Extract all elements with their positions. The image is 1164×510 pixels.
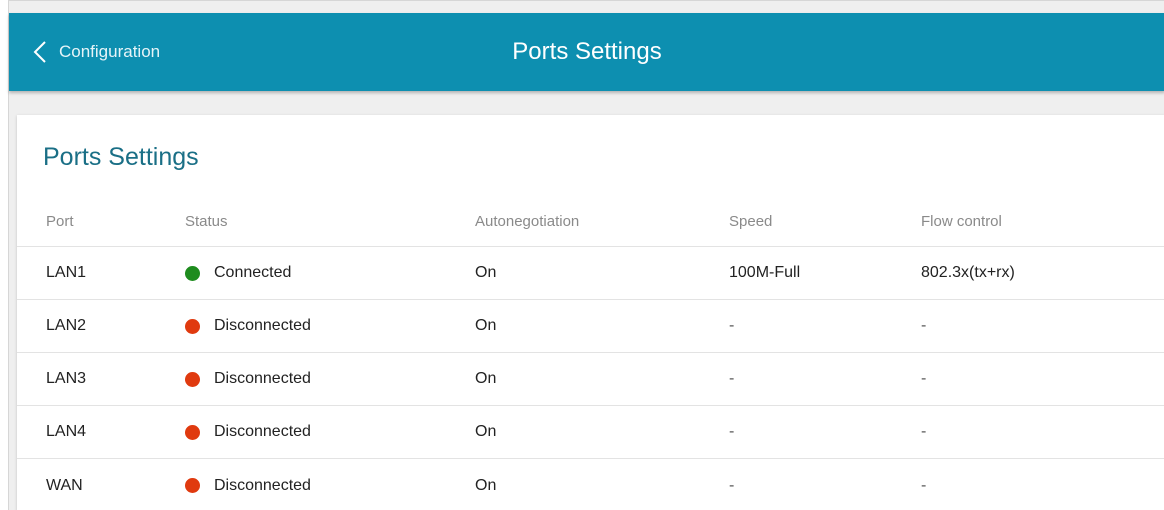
port-name: LAN2 xyxy=(46,317,87,334)
column-header-port: Port xyxy=(46,213,74,230)
status-label: Disconnected xyxy=(214,317,311,334)
column-header-flow-control: Flow control xyxy=(921,213,1002,230)
status-cell: Disconnected xyxy=(185,477,311,495)
back-button[interactable]: Configuration xyxy=(33,13,160,91)
flow-control-value: - xyxy=(921,317,927,334)
column-header-status: Status xyxy=(185,213,228,230)
speed-value: - xyxy=(729,476,735,494)
card-title: Ports Settings xyxy=(43,143,199,171)
table-row[interactable]: LAN2 Disconnected On - - xyxy=(17,300,1164,353)
table-row[interactable]: LAN1 Connected On 100M-Full 802.3x(tx+rx… xyxy=(17,247,1164,300)
app-frame: Configuration Ports Settings Ports Setti… xyxy=(8,0,1164,510)
speed-value: 100M-Full xyxy=(729,264,801,281)
autonegotiation-value: On xyxy=(475,317,497,334)
status-dot-icon xyxy=(185,478,200,493)
ports-table: Port Status Autonegotiation Speed Flow c… xyxy=(17,197,1164,510)
status-label: Connected xyxy=(214,264,292,281)
port-name: WAN xyxy=(46,476,83,494)
status-cell: Connected xyxy=(185,264,291,282)
status-dot-icon xyxy=(185,265,200,281)
autonegotiation-value: On xyxy=(475,476,497,494)
autonegotiation-value: On xyxy=(475,264,497,281)
back-label: Configuration xyxy=(59,42,161,61)
status-cell: Disconnected xyxy=(185,370,311,388)
chevron-left-icon xyxy=(33,41,46,63)
autonegotiation-value: On xyxy=(475,423,497,440)
status-label: Disconnected xyxy=(214,423,311,440)
status-dot-icon xyxy=(185,318,200,334)
flow-control-value: - xyxy=(921,370,927,387)
flow-control-value: 802.3x(tx+rx) xyxy=(921,264,1015,281)
autonegotiation-value: On xyxy=(475,370,497,387)
speed-value: - xyxy=(729,317,735,334)
status-dot-icon xyxy=(185,371,200,387)
status-cell: Disconnected xyxy=(185,317,311,335)
page-title: Ports Settings xyxy=(512,38,662,65)
port-name: LAN4 xyxy=(46,423,87,440)
column-header-autonegotiation: Autonegotiation xyxy=(475,213,580,230)
status-label: Disconnected xyxy=(214,476,311,494)
status-label: Disconnected xyxy=(214,370,311,387)
status-cell: Disconnected xyxy=(185,423,311,441)
table-row[interactable]: LAN3 Disconnected On - - xyxy=(17,353,1164,406)
flow-control-value: - xyxy=(921,423,927,440)
table-header: Port Status Autonegotiation Speed Flow c… xyxy=(17,197,1164,247)
speed-value: - xyxy=(729,370,735,387)
flow-control-value: - xyxy=(921,476,927,494)
ports-card: Ports Settings Port Status Autonegotiati… xyxy=(17,115,1164,510)
table-row[interactable]: WAN Disconnected On - - xyxy=(17,459,1164,510)
port-name: LAN1 xyxy=(46,264,87,281)
table-row[interactable]: LAN4 Disconnected On - - xyxy=(17,406,1164,459)
header-bar: Configuration Ports Settings xyxy=(9,13,1164,91)
column-header-speed: Speed xyxy=(729,213,773,230)
port-name: LAN3 xyxy=(46,370,87,387)
speed-value: - xyxy=(729,423,735,440)
status-dot-icon xyxy=(185,424,200,440)
